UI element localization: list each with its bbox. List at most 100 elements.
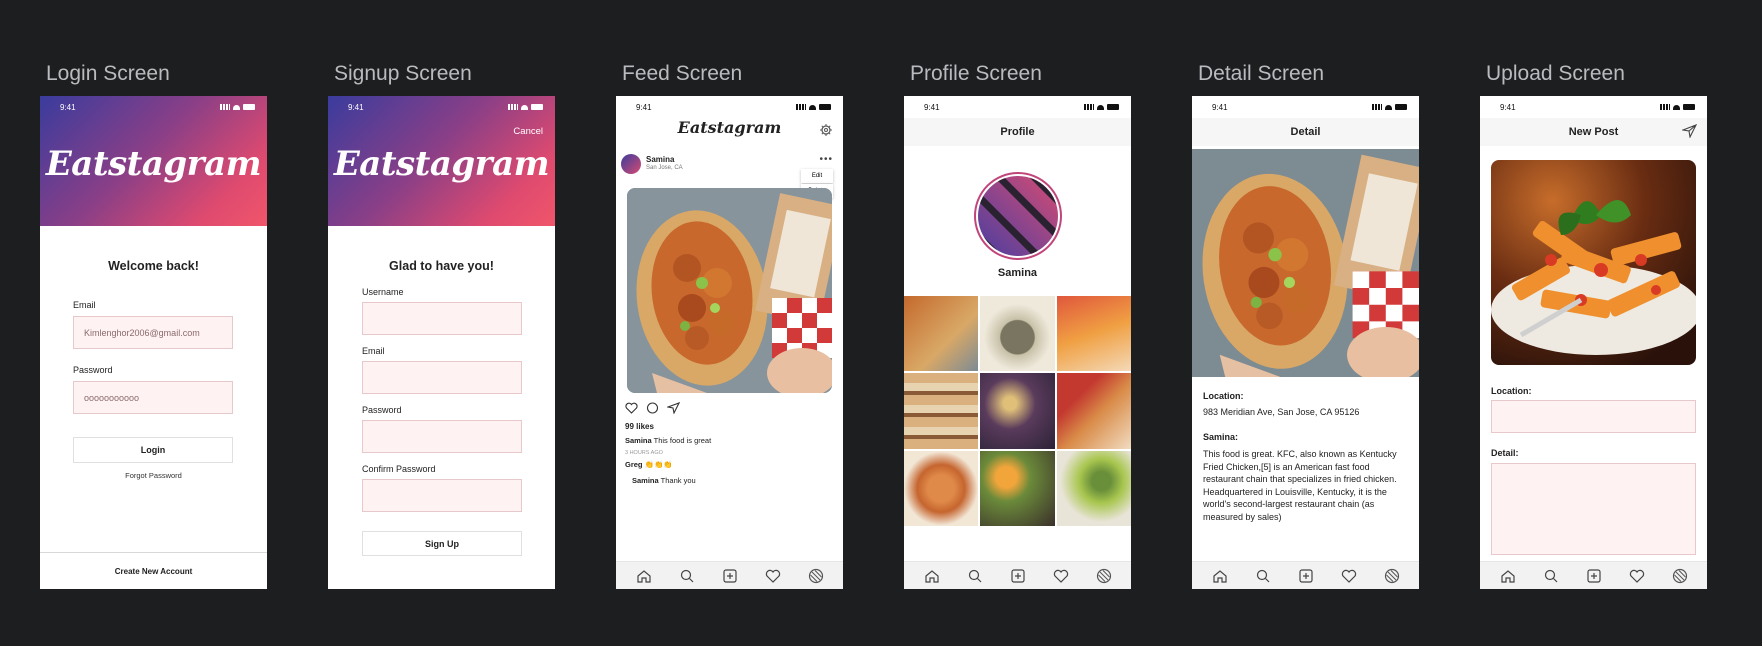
caption-text: This food is great <box>653 436 712 445</box>
avatar[interactable] <box>1384 568 1400 584</box>
battery-icon <box>531 104 543 110</box>
post-photo[interactable] <box>627 188 832 393</box>
password-field[interactable]: ooooooooooo <box>73 381 233 414</box>
tab-bar <box>1480 561 1707 589</box>
heart-icon[interactable] <box>1341 568 1357 584</box>
status-time: 9:41 <box>924 102 940 112</box>
post-username[interactable]: Samina <box>646 155 674 164</box>
avatar[interactable] <box>1672 568 1688 584</box>
home-icon[interactable] <box>636 568 652 584</box>
author-label: Samina: <box>1203 432 1239 442</box>
avatar[interactable] <box>974 172 1062 260</box>
email-field[interactable]: Kimlenghor2006@gmail.com <box>73 316 233 349</box>
heart-icon[interactable] <box>1629 568 1645 584</box>
location-field[interactable] <box>1491 400 1696 433</box>
signup-button[interactable]: Sign Up <box>362 531 522 556</box>
grid-photo[interactable] <box>1056 296 1131 372</box>
status-bar: 9:41 <box>328 96 555 118</box>
upload-phone: 9:41 New Post Location: Detail: <box>1480 96 1707 589</box>
grid-photo[interactable] <box>904 296 979 372</box>
avatar[interactable] <box>808 568 824 584</box>
add-post-icon[interactable] <box>1010 568 1026 584</box>
search-icon[interactable] <box>679 568 695 584</box>
send-icon[interactable] <box>1682 124 1697 138</box>
email-label: Email <box>73 300 96 310</box>
status-bar: 9:41 <box>1480 96 1707 118</box>
password-label: Password <box>362 405 402 415</box>
reply-user[interactable]: Samina <box>632 476 659 485</box>
create-account-button[interactable]: Create New Account <box>40 552 267 589</box>
menu-edit[interactable]: Edit <box>801 169 833 183</box>
battery-icon <box>1107 104 1119 110</box>
search-icon[interactable] <box>1543 568 1559 584</box>
signal-icon <box>508 104 518 110</box>
status-time: 9:41 <box>636 102 652 112</box>
detail-screen-title: Detail Screen <box>1198 62 1325 85</box>
confirm-password-label: Confirm Password <box>362 464 436 474</box>
confirm-password-field[interactable] <box>362 479 522 512</box>
comment-user[interactable]: Greg <box>625 460 643 469</box>
grid-photo[interactable] <box>904 450 979 526</box>
avatar[interactable] <box>1096 568 1112 584</box>
cancel-button[interactable]: Cancel <box>513 126 543 137</box>
post-location: San Jose, CA <box>646 165 683 171</box>
profile-name: Samina <box>997 267 1038 279</box>
add-post-icon[interactable] <box>1298 568 1314 584</box>
fried-chicken-photo <box>627 188 832 393</box>
signal-icon <box>1084 104 1094 110</box>
comment-icon[interactable] <box>646 402 659 414</box>
profile-nav-title: Profile <box>904 118 1131 146</box>
upload-photo[interactable] <box>1491 160 1696 365</box>
feed-screen-title: Feed Screen <box>622 62 743 85</box>
avatar[interactable] <box>621 154 641 174</box>
grid-photo[interactable] <box>1056 450 1131 526</box>
heart-icon[interactable] <box>1053 568 1069 584</box>
grid-photo[interactable] <box>904 373 979 449</box>
battery-icon <box>819 104 831 110</box>
new-post-title: New Post <box>1568 126 1619 138</box>
home-icon[interactable] <box>924 568 940 584</box>
home-icon[interactable] <box>1212 568 1228 584</box>
username-label: Username <box>362 287 404 297</box>
grid-photo[interactable] <box>1056 373 1131 449</box>
password-value: ooooooooooo <box>84 392 140 403</box>
wifi-icon <box>1097 104 1104 110</box>
email-field[interactable] <box>362 361 522 394</box>
share-icon[interactable] <box>667 402 680 414</box>
comment-row: Greg 👏👏👏 <box>625 460 673 469</box>
gear-icon[interactable] <box>819 123 833 137</box>
password-field[interactable] <box>362 420 522 453</box>
wifi-icon <box>809 104 816 110</box>
caption-user[interactable]: Samina <box>625 436 652 445</box>
fried-chicken-photo <box>1192 149 1419 377</box>
tab-bar <box>616 561 843 589</box>
detail-body: This food is great. KFC, also known as K… <box>1203 449 1397 522</box>
grid-photo[interactable] <box>980 450 1055 526</box>
status-time: 9:41 <box>348 102 364 112</box>
wifi-icon <box>521 104 528 110</box>
username-field[interactable] <box>362 302 522 335</box>
login-button[interactable]: Login <box>73 437 233 463</box>
detail-photo <box>1192 149 1419 377</box>
grid-photo[interactable] <box>980 373 1055 449</box>
add-post-icon[interactable] <box>1586 568 1602 584</box>
status-bar: 9:41 <box>1192 96 1419 118</box>
signup-header: 9:41 Cancel Eatstagram <box>328 96 555 226</box>
heart-icon[interactable] <box>765 568 781 584</box>
caption: Samina This food is great <box>625 436 711 445</box>
password-label: Password <box>73 365 113 375</box>
photo-grid <box>904 296 1131 526</box>
location-label: Location: <box>1203 391 1244 401</box>
battery-icon <box>243 104 255 110</box>
search-icon[interactable] <box>967 568 983 584</box>
detail-field[interactable] <box>1491 463 1696 555</box>
login-phone: 9:41 Eatstagram Welcome back! Email Kiml… <box>40 96 267 589</box>
wifi-icon <box>233 104 240 110</box>
home-icon[interactable] <box>1500 568 1516 584</box>
forgot-password-link[interactable]: Forgot Password <box>40 471 267 480</box>
add-post-icon[interactable] <box>722 568 738 584</box>
heart-icon[interactable] <box>625 402 638 414</box>
search-icon[interactable] <box>1255 568 1271 584</box>
more-icon[interactable]: ••• <box>819 154 833 165</box>
grid-photo[interactable] <box>980 296 1055 372</box>
